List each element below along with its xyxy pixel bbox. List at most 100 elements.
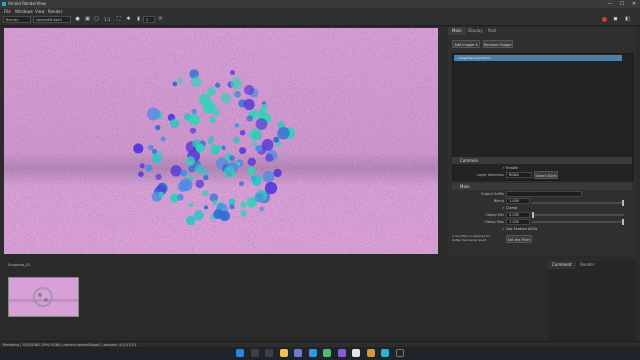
render-icon[interactable]: ● (74, 16, 81, 23)
remove-imager-button[interactable]: Remove Imager (483, 40, 513, 48)
sphere (155, 125, 161, 131)
common-section-header[interactable]: Common (452, 157, 632, 164)
camera-select[interactable]: cameraShape1 (33, 16, 71, 23)
tab-render[interactable]: Render (576, 261, 598, 269)
enable-checkbox[interactable]: ✓ Enable (502, 165, 518, 171)
sphere (155, 173, 162, 180)
minimize-icon[interactable]: — (604, 0, 616, 8)
blend-slider[interactable] (532, 200, 624, 206)
sphere (234, 91, 241, 98)
clamp-max-field[interactable]: 1.000 (506, 219, 530, 225)
comment-panel: Comment Render (548, 261, 636, 341)
sphere (138, 171, 144, 178)
main-section-header[interactable]: Main (452, 183, 632, 190)
blend-slider-handle[interactable] (622, 200, 624, 206)
render-image (4, 28, 438, 254)
sphere (180, 169, 188, 177)
layer-selection-field[interactable]: RGBA (506, 172, 532, 178)
menu-view[interactable]: View (35, 8, 45, 15)
app-icon-dark[interactable] (396, 349, 404, 357)
sphere (151, 153, 162, 164)
menu-file[interactable]: File (4, 8, 11, 15)
save-icon[interactable]: ▣ (84, 16, 91, 23)
clamp-min-field[interactable]: 0.000 (506, 212, 530, 218)
fit-icon[interactable]: ⛶ (115, 16, 122, 23)
sphere (277, 127, 290, 140)
menu-windows[interactable]: Windows (15, 8, 33, 15)
sphere (247, 157, 256, 166)
sphere (243, 98, 255, 111)
sphere (213, 209, 224, 220)
sphere (230, 70, 235, 75)
set-filter-button[interactable]: Set the Filter (506, 235, 532, 243)
tab-comment[interactable]: Comment (548, 261, 576, 269)
menu-render[interactable]: Render (48, 8, 62, 15)
renderer-select[interactable]: Beauty (3, 16, 31, 23)
sphere (264, 181, 278, 195)
app-icon-purple[interactable] (338, 349, 346, 357)
snapshot-icon[interactable]: ◧ (624, 16, 631, 23)
blend-field[interactable]: 1.000 (506, 198, 530, 204)
sphere (193, 210, 204, 221)
sphere (170, 165, 182, 177)
chat-icon[interactable] (294, 349, 302, 357)
sphere (139, 163, 145, 169)
snapshot-thumbnail[interactable] (8, 277, 79, 317)
clamp-checkbox[interactable]: ✓ Clamp (502, 205, 517, 211)
sphere (246, 115, 253, 122)
clamp-min-slider[interactable] (532, 212, 624, 218)
output-suffix-field[interactable] (506, 191, 582, 197)
clamp-max-slider-handle[interactable] (622, 219, 624, 225)
tab-main[interactable]: Main (448, 27, 466, 35)
taskbar (0, 347, 640, 360)
sphere (249, 128, 262, 141)
sphere (202, 190, 209, 197)
file-explorer-icon[interactable] (280, 349, 288, 357)
region-icon[interactable]: ▮ (135, 16, 142, 23)
maya-icon[interactable] (381, 349, 389, 357)
sphere (188, 202, 194, 208)
sphere (228, 198, 236, 206)
edge-icon[interactable] (309, 349, 317, 357)
settings-icon[interactable]: ✱ (125, 16, 132, 23)
sphere (189, 127, 197, 134)
number-field[interactable]: 0 (143, 16, 155, 23)
sphere (188, 114, 200, 126)
imager-list-item-selected[interactable]: imagerDenoiserOidn1 (454, 55, 622, 61)
sphere (223, 166, 236, 178)
select-aovs-button[interactable]: Select AOVs (534, 171, 558, 179)
windows-start-icon[interactable] (236, 349, 244, 357)
refresh-icon[interactable]: ⟳ (157, 16, 164, 23)
clamp-min-slider-handle[interactable] (532, 212, 534, 218)
sphere (273, 136, 280, 143)
sphere (148, 144, 154, 151)
ratio-label[interactable]: 1:1 (104, 16, 110, 24)
record-icon[interactable] (602, 17, 607, 22)
tab-post[interactable]: Post (484, 27, 500, 35)
sphere (133, 143, 144, 154)
lock-icon[interactable]: ◼ (612, 16, 619, 23)
clamp-max-slider-track (532, 221, 624, 223)
sphere (158, 150, 163, 155)
sphere (254, 192, 264, 203)
sphere (203, 175, 209, 181)
use-feature-aovs-checkbox[interactable]: ✓ Use Feature AOVs (502, 226, 537, 232)
sphere (273, 168, 282, 178)
crop-icon[interactable]: ▢ (93, 16, 100, 23)
sphere (252, 141, 257, 147)
clamp-max-slider[interactable] (532, 219, 624, 225)
app-icon-orange[interactable] (367, 349, 375, 357)
sphere (234, 123, 239, 128)
sphere (212, 199, 217, 205)
chrome-icon[interactable] (323, 349, 331, 357)
close-icon[interactable]: ✕ (628, 0, 640, 8)
sphere (251, 174, 263, 186)
app-icon-white[interactable] (352, 349, 360, 357)
maximize-icon[interactable]: ☐ (616, 0, 628, 8)
render-viewport[interactable] (4, 28, 438, 254)
task-view-icon[interactable] (265, 349, 273, 357)
add-imager-button[interactable]: Add Imager ▾ (452, 40, 480, 48)
clamp-min-slider-track (532, 214, 624, 216)
sphere (195, 143, 205, 153)
search-icon[interactable] (251, 349, 259, 357)
